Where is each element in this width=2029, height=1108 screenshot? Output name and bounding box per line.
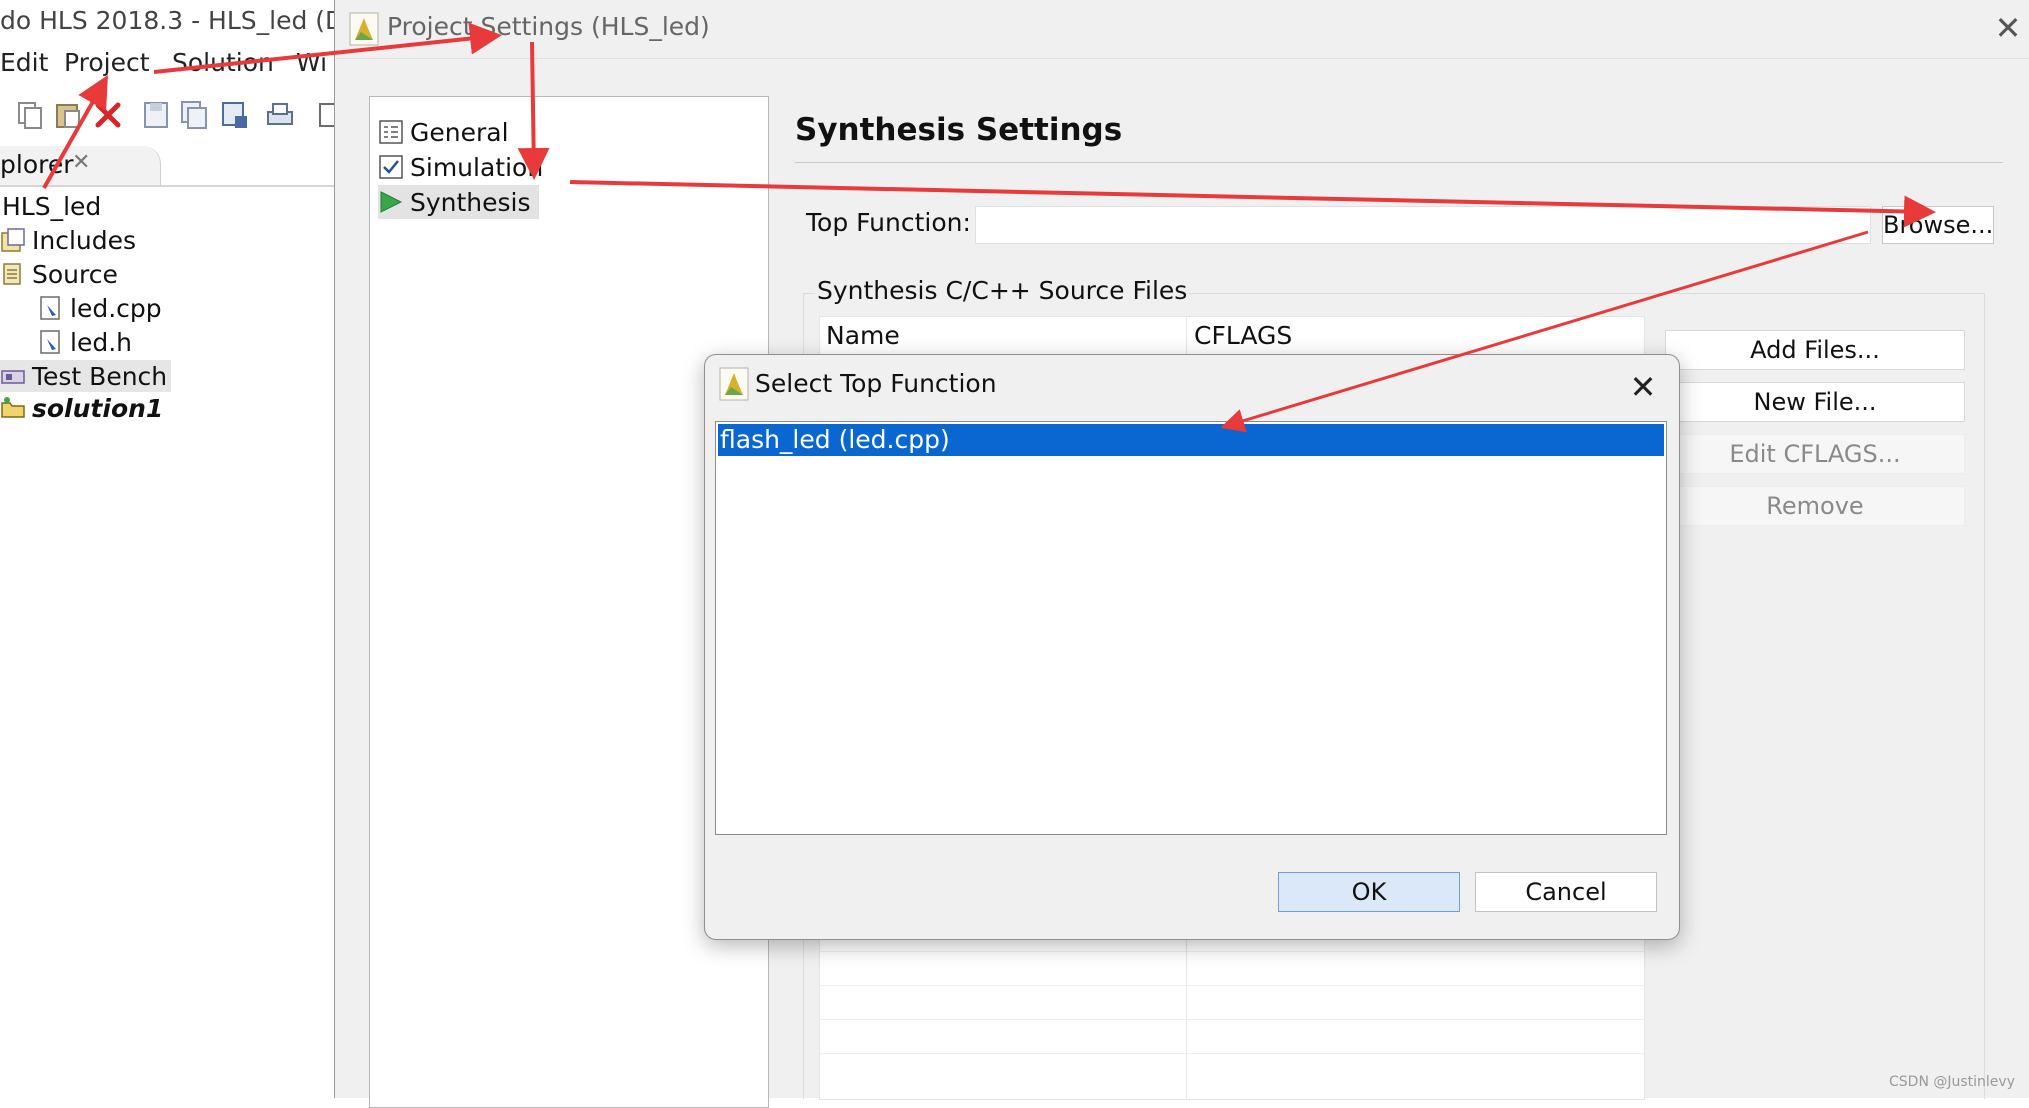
ide-toolbar [0,96,340,136]
includes-folder-icon [1,228,25,252]
tree-item-test-bench[interactable]: Test Bench [0,360,172,392]
remove-button[interactable]: Remove [1665,486,1965,526]
tree-test-bench-label: Test Bench [32,361,168,391]
nav-simulation[interactable]: Simulation [378,150,551,184]
test-bench-icon [1,370,25,384]
table-row [820,1019,1644,1020]
menu-solution[interactable]: Solution [172,48,274,77]
watermark: CSDN @Justinlevy [1889,1074,2015,1090]
print-icon[interactable] [266,100,294,130]
header-file-icon [40,330,60,354]
solution-folder-icon [1,397,25,418]
new-file-button[interactable]: New File... [1665,382,1965,422]
tree-item-led-cpp[interactable]: led.cpp [38,292,162,324]
source-files-group-label: Synthesis C/C++ Source Files [815,276,1190,305]
tree-solution-label: solution1 [32,393,164,423]
nav-simulation-label: Simulation [410,152,544,182]
function-list[interactable]: flash_led (led.cpp) [715,421,1667,835]
tree-includes-label: Includes [32,225,137,255]
ok-button[interactable]: OK [1278,872,1460,912]
tree-item-project[interactable]: HLS_led [2,190,101,222]
source-folder-icon [3,263,21,285]
menu-edit[interactable]: Edit [0,48,48,77]
paste-icon[interactable] [54,100,82,130]
tree-item-includes[interactable]: Includes [0,224,136,256]
tab-divider [0,185,336,187]
browse-button[interactable]: Browse... [1882,206,1994,244]
close-icon[interactable]: ✕ [1990,10,2026,46]
ide-window-title: do HLS 2018.3 - HLS_led (D:\ [0,6,362,35]
tree-led-h-label: led.h [70,327,132,357]
top-function-label: Top Function: [806,208,971,237]
save-all-icon[interactable] [180,100,208,130]
tree-item-solution[interactable]: solution1 [0,392,163,424]
top-function-input[interactable] [975,206,1871,244]
general-settings-icon [379,120,403,144]
list-item[interactable]: flash_led (led.cpp) [718,424,1664,456]
nav-synthesis-label: Synthesis [410,187,531,217]
heading-divider [795,162,2003,163]
explorer-tab[interactable]: plorer ✕ [0,146,161,186]
close-icon[interactable]: ✕ [72,150,90,175]
vivado-hls-icon [719,367,749,401]
tree-item-source[interactable]: Source [0,258,118,290]
synthesis-play-icon [380,191,403,213]
project-settings-title: Project Settings (HLS_led) [387,12,710,41]
add-files-button[interactable]: Add Files... [1665,330,1965,370]
explorer-tab-label: plorer [0,150,74,179]
column-header-name[interactable]: Name [820,317,1186,355]
menu-window[interactable]: Wi [296,48,327,77]
save-icon[interactable] [142,100,170,130]
tree-project-label: HLS_led [2,191,102,221]
vivado-hls-icon [349,12,379,46]
table-row [820,1053,1644,1054]
nav-general[interactable]: General [378,115,517,149]
table-row [820,951,1644,952]
select-top-function-dialog: Select Top Function ✕ flash_led (led.cpp… [704,354,1680,940]
copy-icon[interactable] [16,100,44,130]
tree-led-cpp-label: led.cpp [70,293,162,323]
menu-project[interactable]: Project [64,48,150,77]
column-header-cflags[interactable]: CFLAGS [1188,317,1644,355]
table-row [820,985,1644,986]
tree-item-led-h[interactable]: led.h [38,326,132,358]
nav-general-label: General [410,117,509,147]
synthesis-settings-heading: Synthesis Settings [795,112,1123,148]
simulation-checkbox-icon [379,155,403,179]
nav-synthesis[interactable]: Synthesis [378,185,539,219]
cancel-button[interactable]: Cancel [1475,872,1657,912]
delete-icon[interactable] [94,100,122,130]
edit-cflags-button[interactable]: Edit CFLAGS... [1665,434,1965,474]
cpp-file-icon [40,296,60,320]
tree-source-label: Source [32,259,118,289]
title-divider [335,58,2029,59]
dialog-title: Select Top Function [755,369,997,398]
close-icon[interactable]: ✕ [1623,367,1663,407]
save-as-icon[interactable] [220,100,248,130]
